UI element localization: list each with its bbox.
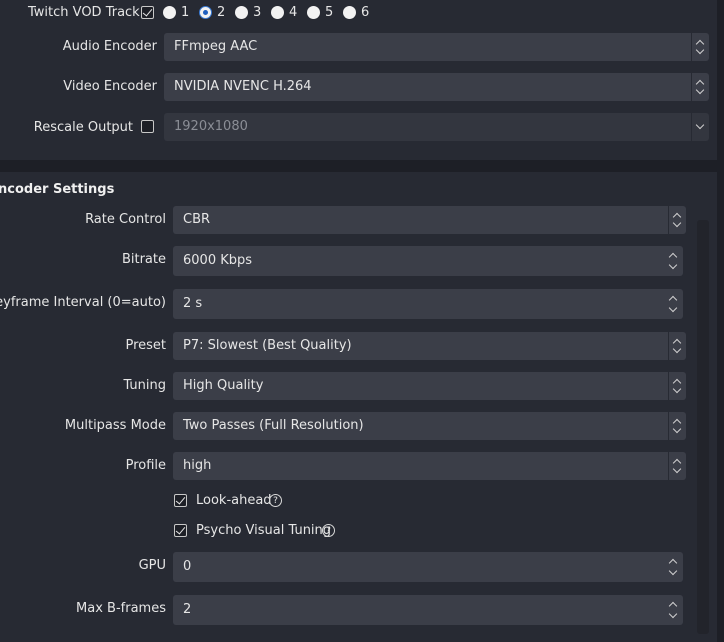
preset-select[interactable]: P7: Slowest (Best Quality) bbox=[173, 332, 686, 360]
track-radio-4-label: 4 bbox=[289, 5, 298, 20]
gpu-value: 0 bbox=[183, 559, 192, 574]
chevron-down-icon bbox=[691, 113, 709, 141]
track-radio-2-label: 2 bbox=[217, 5, 226, 20]
audio-encoder-select[interactable]: FFmpeg AAC bbox=[164, 33, 709, 61]
keyframe-interval-value: 2 s bbox=[183, 296, 203, 311]
spin-arrows-icon[interactable] bbox=[665, 552, 683, 582]
psycho-visual-tuning-label: Psycho Visual Tuning bbox=[196, 523, 332, 538]
preset-value: P7: Slowest (Best Quality) bbox=[183, 338, 352, 353]
tuning-value: High Quality bbox=[183, 378, 264, 393]
profile-select[interactable]: high bbox=[173, 452, 686, 480]
track-radio-1-label: 1 bbox=[181, 5, 190, 20]
spin-arrows-icon[interactable] bbox=[665, 289, 683, 319]
multipass-mode-label: Multipass Mode bbox=[64, 418, 166, 433]
help-icon[interactable]: ? bbox=[322, 524, 335, 537]
audio-encoder-value: FFmpeg AAC bbox=[174, 39, 258, 54]
look-ahead-label: Look-ahead bbox=[196, 493, 272, 508]
rate-control-value: CBR bbox=[183, 212, 211, 227]
video-encoder-value: NVIDIA NVENC H.264 bbox=[174, 79, 312, 94]
track-radio-4[interactable] bbox=[271, 6, 284, 19]
track-radio-5-label: 5 bbox=[325, 5, 334, 20]
encoder-settings-title: ncoder Settings bbox=[0, 182, 115, 197]
rescale-output-select[interactable]: 1920x1080 bbox=[164, 113, 709, 141]
bitrate-value: 6000 Kbps bbox=[183, 253, 253, 268]
bitrate-spinbox[interactable]: 6000 Kbps bbox=[173, 246, 683, 276]
track-radio-3-label: 3 bbox=[253, 5, 262, 20]
keyframe-interval-label: Keyframe Interval (0=auto) bbox=[0, 295, 166, 310]
bitrate-label: Bitrate bbox=[121, 252, 166, 267]
track-radio-6[interactable] bbox=[343, 6, 356, 19]
up-down-icon bbox=[668, 332, 686, 360]
video-encoder-select[interactable]: NVIDIA NVENC H.264 bbox=[164, 73, 709, 101]
audio-encoder-label: Audio Encoder bbox=[62, 39, 157, 54]
track-radio-3[interactable] bbox=[235, 6, 248, 19]
up-down-icon bbox=[668, 372, 686, 400]
rescale-output-checkbox[interactable] bbox=[141, 120, 154, 133]
track-radio-1[interactable] bbox=[163, 6, 176, 19]
track-radio-2[interactable] bbox=[199, 6, 212, 19]
rate-control-label: Rate Control bbox=[85, 212, 166, 227]
spin-arrows-icon[interactable] bbox=[665, 595, 683, 625]
gpu-spinbox[interactable]: 0 bbox=[173, 552, 683, 582]
multipass-mode-value: Two Passes (Full Resolution) bbox=[183, 418, 364, 433]
up-down-icon bbox=[668, 206, 686, 234]
profile-value: high bbox=[183, 458, 212, 473]
up-down-icon bbox=[668, 412, 686, 440]
max-b-frames-value: 2 bbox=[183, 602, 192, 617]
max-b-frames-label: Max B-frames bbox=[76, 601, 166, 616]
twitch-vod-track-checkbox[interactable] bbox=[141, 6, 154, 19]
rescale-output-label: Rescale Output bbox=[33, 120, 133, 135]
track-radio-5[interactable] bbox=[307, 6, 320, 19]
video-encoder-label: Video Encoder bbox=[63, 79, 157, 94]
vertical-scrollbar[interactable] bbox=[697, 220, 709, 634]
track-radio-6-label: 6 bbox=[361, 5, 370, 20]
rescale-output-value: 1920x1080 bbox=[174, 119, 248, 134]
preset-label: Preset bbox=[125, 338, 166, 353]
up-down-icon bbox=[691, 33, 709, 61]
spin-arrows-icon[interactable] bbox=[665, 246, 683, 276]
help-icon[interactable]: ? bbox=[269, 494, 282, 507]
up-down-icon bbox=[691, 73, 709, 101]
gpu-label: GPU bbox=[138, 558, 166, 573]
rate-control-select[interactable]: CBR bbox=[173, 206, 686, 234]
twitch-vod-track-label: Twitch VOD Track bbox=[28, 5, 140, 20]
tuning-label: Tuning bbox=[123, 378, 166, 393]
multipass-mode-select[interactable]: Two Passes (Full Resolution) bbox=[173, 412, 686, 440]
look-ahead-checkbox[interactable] bbox=[174, 494, 187, 507]
tuning-select[interactable]: High Quality bbox=[173, 372, 686, 400]
up-down-icon bbox=[668, 452, 686, 480]
keyframe-interval-spinbox[interactable]: 2 s bbox=[173, 289, 683, 319]
max-b-frames-spinbox[interactable]: 2 bbox=[173, 595, 683, 625]
profile-label: Profile bbox=[125, 458, 166, 473]
psycho-visual-tuning-checkbox[interactable] bbox=[174, 524, 187, 537]
